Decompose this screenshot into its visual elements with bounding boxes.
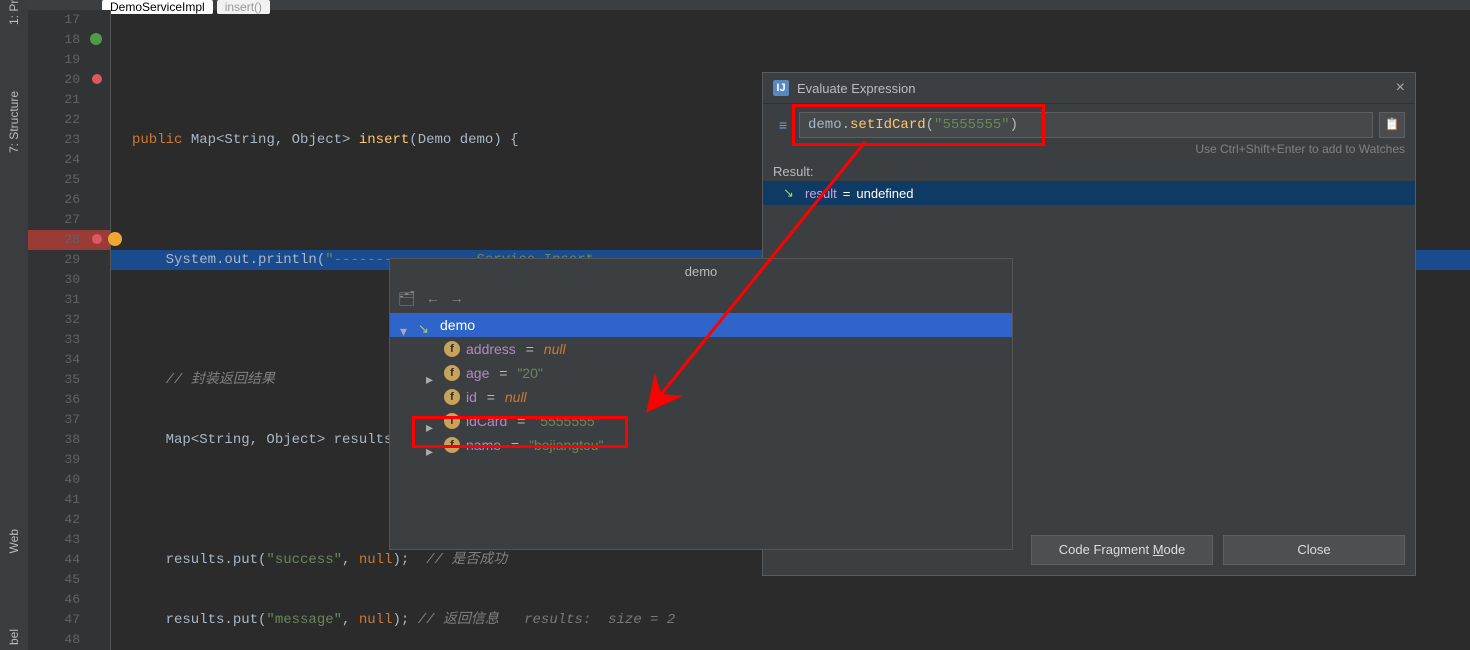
field-value: "5555555"	[535, 409, 599, 433]
chevron-right-icon[interactable]	[426, 367, 438, 379]
field-value: null	[544, 337, 566, 361]
toolwin-project[interactable]: 1: Pro	[7, 0, 21, 28]
breadcrumb: DemoServiceImpl insert()	[28, 0, 1470, 10]
tree-field-id[interactable]: fid = null	[390, 385, 1012, 409]
gutter[interactable]: 17 18 19 20 21 22 23 24 25 26 27 28 29 3…	[28, 10, 110, 650]
inspector-tree[interactable]: ↘ demo faddress = nullfage = "20"fid = n…	[390, 311, 1012, 549]
tool-window-strip: 1: Pro 7: Structure Web bel	[0, 0, 29, 650]
tree-field-address[interactable]: faddress = null	[390, 337, 1012, 361]
field-value: "20"	[517, 361, 543, 385]
field-name: age	[466, 361, 489, 385]
toolwin-web[interactable]: Web	[7, 526, 21, 556]
inspector-back-icon[interactable]: ←	[426, 290, 440, 306]
evaluate-titlebar[interactable]: IJ Evaluate Expression ×	[763, 73, 1415, 104]
field-name: name	[466, 433, 501, 457]
field-name: idCard	[466, 409, 507, 433]
chevron-right-icon[interactable]	[426, 439, 438, 451]
shortcut-hint: Use Ctrl+Shift+Enter to add to Watches	[773, 142, 1405, 164]
field-name: address	[466, 337, 516, 361]
close-icon[interactable]: ×	[1396, 79, 1405, 97]
tree-field-age[interactable]: fage = "20"	[390, 361, 1012, 385]
field-value: null	[505, 385, 527, 409]
field-badge-icon: f	[444, 437, 460, 453]
code-fragment-mode-button[interactable]: Code Fragment Mode	[1031, 535, 1213, 565]
toolwin-bel[interactable]: bel	[7, 626, 21, 648]
expression-input[interactable]: demo.setIdCard("5555555")	[799, 112, 1373, 138]
expression-icon: ≡	[773, 117, 793, 133]
bulb-icon[interactable]	[108, 232, 122, 246]
inspector-toolbar: 🗂 ← →	[390, 285, 1012, 311]
evaluate-title-text: Evaluate Expression	[797, 81, 916, 96]
field-badge-icon: f	[444, 389, 460, 405]
expression-history-button[interactable]: 📋	[1379, 112, 1405, 138]
variable-inspector-popup: demo 🗂 ← → ↘ demo faddress = nullfage = …	[389, 258, 1013, 550]
close-button[interactable]: Close	[1223, 535, 1405, 565]
field-badge-icon: f	[444, 365, 460, 381]
inspector-title[interactable]: demo	[390, 259, 1012, 285]
result-row[interactable]: ↘ result = undefined	[763, 181, 1415, 205]
chevron-right-icon[interactable]	[426, 415, 438, 427]
tree-field-idCard[interactable]: fidCard = "5555555"	[390, 409, 1012, 433]
inspector-settings-icon[interactable]: 🗂	[398, 290, 416, 307]
breakpoint-icon[interactable]	[92, 74, 102, 84]
chevron-down-icon[interactable]	[400, 319, 412, 331]
field-name: id	[466, 385, 477, 409]
field-badge-icon: f	[444, 341, 460, 357]
result-label: Result:	[773, 164, 1405, 179]
object-icon: ↘	[418, 317, 434, 333]
tree-root[interactable]: ↘ demo	[390, 313, 1012, 337]
inspector-forward-icon[interactable]: →	[450, 290, 464, 306]
override-gutter-icon[interactable]	[90, 33, 102, 45]
field-badge-icon: f	[444, 413, 460, 429]
toolwin-structure[interactable]: 7: Structure	[7, 88, 21, 156]
breakpoint-icon[interactable]	[92, 234, 102, 244]
result-tick-icon: ↘	[783, 185, 799, 201]
expander-placeholder	[426, 391, 438, 403]
expander-placeholder	[426, 343, 438, 355]
intellij-icon: IJ	[773, 80, 789, 96]
tree-field-name[interactable]: fname = "bojiangtou"	[390, 433, 1012, 457]
field-value: "bojiangtou"	[529, 433, 604, 457]
